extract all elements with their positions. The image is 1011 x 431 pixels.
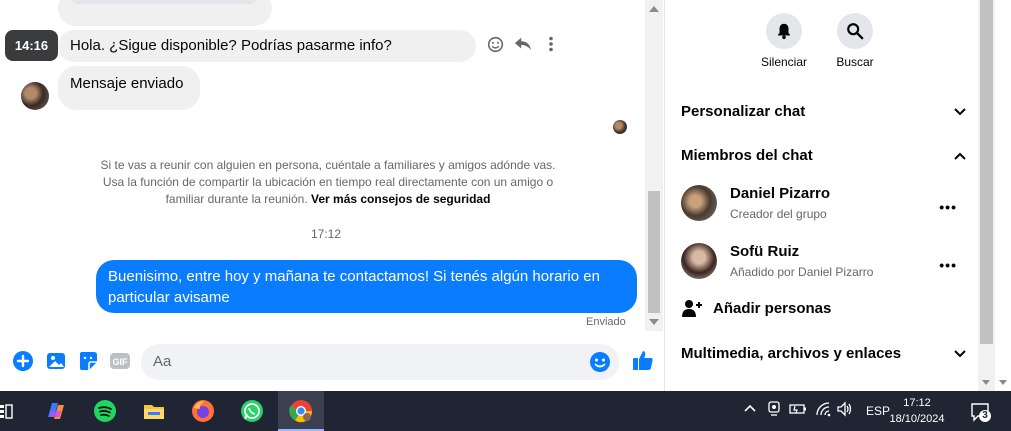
incoming-message[interactable]: Hola. ¿Sigue disponible? Podrías pasarme… — [58, 30, 476, 86]
member-role: Añadido por Daniel Pizarro — [730, 265, 874, 279]
member-more-icon[interactable]: ••• — [939, 199, 957, 215]
chat-members-label: Miembros del chat — [681, 147, 813, 164]
notification-count: 3 — [982, 410, 988, 421]
customize-chat-section[interactable]: Personalizar chat — [681, 103, 967, 120]
add-people-label: Añadir personas — [713, 300, 832, 317]
message-input[interactable]: Aa — [141, 344, 619, 380]
firefox-icon[interactable] — [191, 399, 215, 423]
spotify-icon[interactable] — [93, 399, 117, 423]
language-indicator[interactable]: ESP — [866, 404, 890, 418]
chevron-down-icon — [953, 105, 967, 123]
show-hidden-icons[interactable] — [743, 401, 757, 418]
media-files-label: Multimedia, archivos y enlaces — [681, 345, 902, 362]
previous-message-bubble — [58, 0, 272, 26]
member-name: Sofü Ruiz — [730, 243, 800, 260]
message-status: Enviado — [586, 316, 626, 328]
outgoing-message[interactable]: Buenisimo, entre hoy y mañana te contact… — [96, 260, 637, 313]
more-options-icon[interactable] — [542, 35, 560, 53]
previous-message-preview — [72, 0, 256, 4]
info-scrollbar[interactable] — [978, 0, 995, 391]
search-button[interactable]: Buscar — [820, 13, 890, 69]
seen-avatar — [613, 120, 627, 134]
member-role: Creador del grupo — [730, 207, 827, 221]
task-view-icon[interactable] — [0, 401, 14, 421]
notification-icon[interactable]: 3 — [970, 401, 992, 423]
page-scroll-down-arrow[interactable] — [999, 380, 1007, 385]
photo-icon[interactable] — [45, 350, 67, 372]
camera-tray-icon[interactable] — [767, 401, 781, 420]
info-scroll-thumb[interactable] — [980, 0, 993, 344]
member-item[interactable]: Daniel Pizarro Creador del grupo ••• — [681, 185, 967, 229]
clock-time: 17:12 — [903, 397, 931, 409]
screen: 14:16 Hola. ¿Sigue disponible? Podrías p… — [0, 0, 1011, 431]
bell-icon — [766, 13, 802, 49]
incoming-message-2[interactable]: Mensaje enviado — [58, 66, 200, 110]
message-input-placeholder: Aa — [153, 353, 172, 370]
scroll-down-arrow[interactable] — [649, 319, 659, 325]
file-explorer-icon[interactable] — [142, 399, 166, 423]
reply-icon[interactable] — [514, 35, 532, 53]
info-scroll-down-arrow[interactable] — [982, 380, 990, 385]
react-emoji-icon[interactable] — [486, 35, 504, 53]
mute-button[interactable]: Silenciar — [749, 13, 819, 69]
clock-date: 18/10/2024 — [889, 413, 945, 425]
chat-scrollbar[interactable] — [645, 0, 663, 331]
taskbar: ESP 17:12 18/10/2024 3 — [0, 391, 1011, 431]
mute-label: Silenciar — [760, 55, 808, 69]
sender-avatar[interactable] — [21, 82, 49, 110]
chevron-down-icon — [953, 347, 967, 365]
member-item[interactable]: Sofü Ruiz Añadido por Daniel Pizarro ••• — [681, 243, 967, 287]
member-avatar — [681, 185, 717, 221]
add-plus-icon[interactable] — [12, 350, 34, 372]
safety-tips-link[interactable]: Ver más consejos de seguridad — [311, 192, 490, 206]
svg-text:GIF: GIF — [113, 357, 129, 367]
message-time-tooltip: 14:16 — [5, 30, 58, 61]
member-name: Daniel Pizarro — [730, 185, 831, 202]
emoji-icon[interactable] — [589, 351, 611, 378]
media-files-section[interactable]: Multimedia, archivos y enlaces — [681, 345, 967, 362]
composer: GIF Aa — [0, 338, 664, 388]
message-actions — [486, 35, 560, 53]
add-person-icon — [681, 298, 703, 322]
chat-pane: 14:16 Hola. ¿Sigue disponible? Podrías p… — [0, 0, 664, 391]
chrome-icon — [289, 399, 313, 428]
scroll-up-arrow[interactable] — [649, 6, 659, 12]
search-label: Buscar — [836, 55, 874, 69]
chevron-up-icon — [953, 149, 967, 167]
search-icon — [837, 13, 873, 49]
message-timestamp: 17:12 — [310, 227, 342, 241]
volume-icon[interactable] — [836, 401, 854, 420]
battery-icon[interactable] — [789, 402, 807, 419]
member-more-icon[interactable]: ••• — [939, 257, 957, 273]
chrome-taskbar-button[interactable] — [278, 391, 324, 431]
chat-members-section[interactable]: Miembros del chat — [681, 147, 967, 164]
scroll-thumb[interactable] — [648, 191, 660, 313]
chat-info-pane: Silenciar Buscar Personalizar chat Miemb… — [665, 0, 978, 391]
like-thumb-icon[interactable] — [631, 348, 655, 372]
copilot-icon[interactable] — [44, 399, 68, 423]
page-scrollbar[interactable] — [995, 0, 1011, 391]
wifi-icon[interactable] — [815, 401, 833, 420]
system-clock[interactable]: 17:12 18/10/2024 — [888, 395, 946, 427]
customize-chat-label: Personalizar chat — [681, 103, 806, 120]
gif-icon[interactable]: GIF — [109, 350, 131, 372]
sticker-icon[interactable] — [77, 350, 99, 372]
whatsapp-icon[interactable] — [240, 399, 264, 423]
member-avatar — [681, 243, 717, 279]
safety-notice: Si te vas a reunir con alguien en person… — [98, 157, 558, 208]
